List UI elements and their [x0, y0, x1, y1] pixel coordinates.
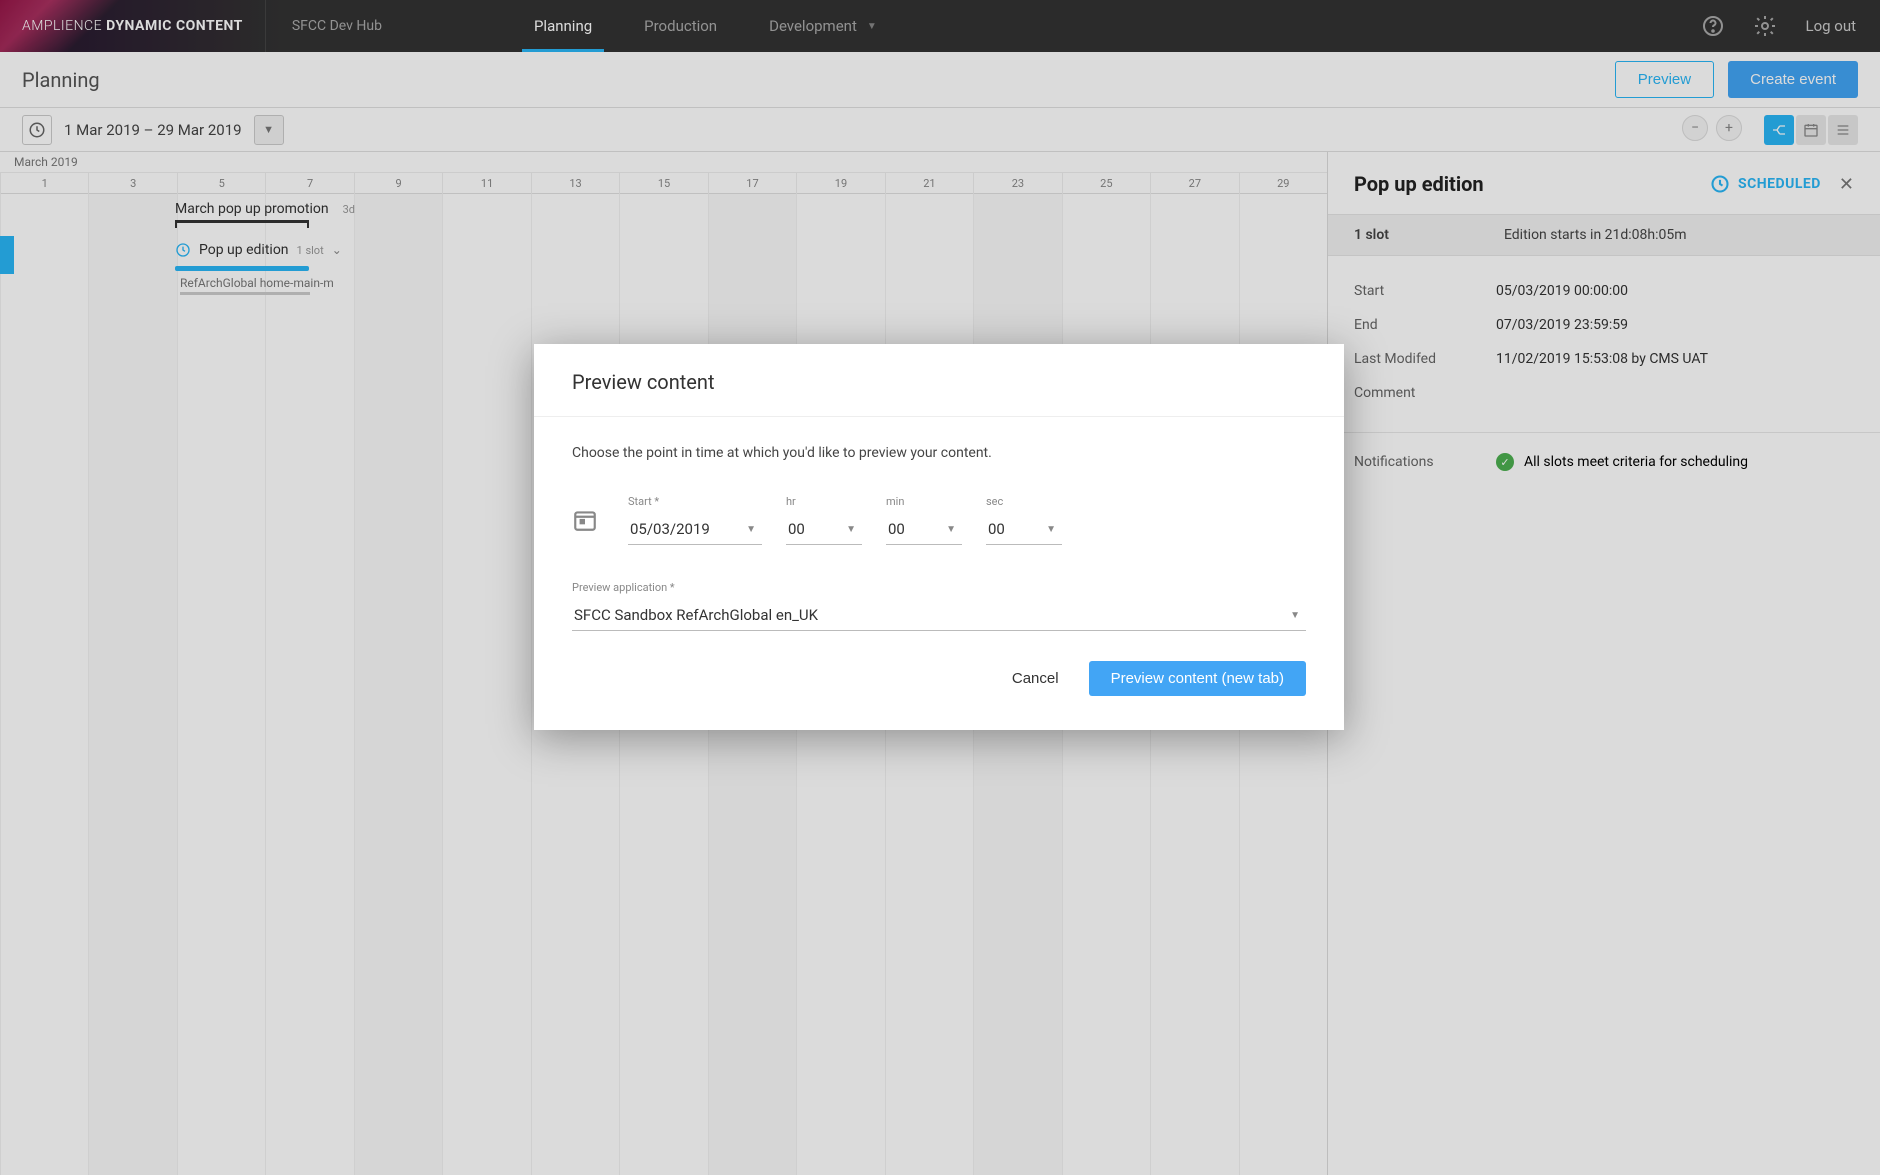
preview-modal: Preview content Choose the point in time…: [534, 344, 1344, 730]
modal-body: Choose the point in time at which you'd …: [534, 417, 1344, 641]
preview-app-label: Preview application *: [572, 581, 1306, 594]
cancel-button[interactable]: Cancel: [1012, 670, 1059, 687]
modal-desc: Choose the point in time at which you'd …: [572, 445, 1306, 461]
modal-title: Preview content: [572, 370, 1306, 394]
minute-label: min: [886, 495, 962, 508]
start-date-label: Start *: [628, 495, 762, 508]
minute-field[interactable]: min 00 ▼: [886, 495, 962, 545]
hour-field[interactable]: hr 00 ▼: [786, 495, 862, 545]
hour-label: hr: [786, 495, 862, 508]
second-field[interactable]: sec 00 ▼: [986, 495, 1062, 545]
minute-value[interactable]: 00: [886, 514, 962, 545]
datetime-row: Start * 05/03/2019 ▼ hr 00 ▼ min 00 ▼ se…: [572, 495, 1306, 545]
preview-confirm-button[interactable]: Preview content (new tab): [1089, 661, 1306, 696]
second-label: sec: [986, 495, 1062, 508]
preview-app-value[interactable]: SFCC Sandbox RefArchGlobal en_UK: [572, 600, 1306, 631]
hour-value[interactable]: 00: [786, 514, 862, 545]
start-date-field[interactable]: Start * 05/03/2019 ▼: [628, 495, 762, 545]
preview-app-field[interactable]: Preview application * SFCC Sandbox RefAr…: [572, 581, 1306, 631]
modal-footer: Cancel Preview content (new tab): [534, 641, 1344, 730]
start-date-value[interactable]: 05/03/2019: [628, 514, 762, 545]
second-value[interactable]: 00: [986, 514, 1062, 545]
modal-header: Preview content: [534, 344, 1344, 417]
calendar-icon: [572, 507, 598, 533]
